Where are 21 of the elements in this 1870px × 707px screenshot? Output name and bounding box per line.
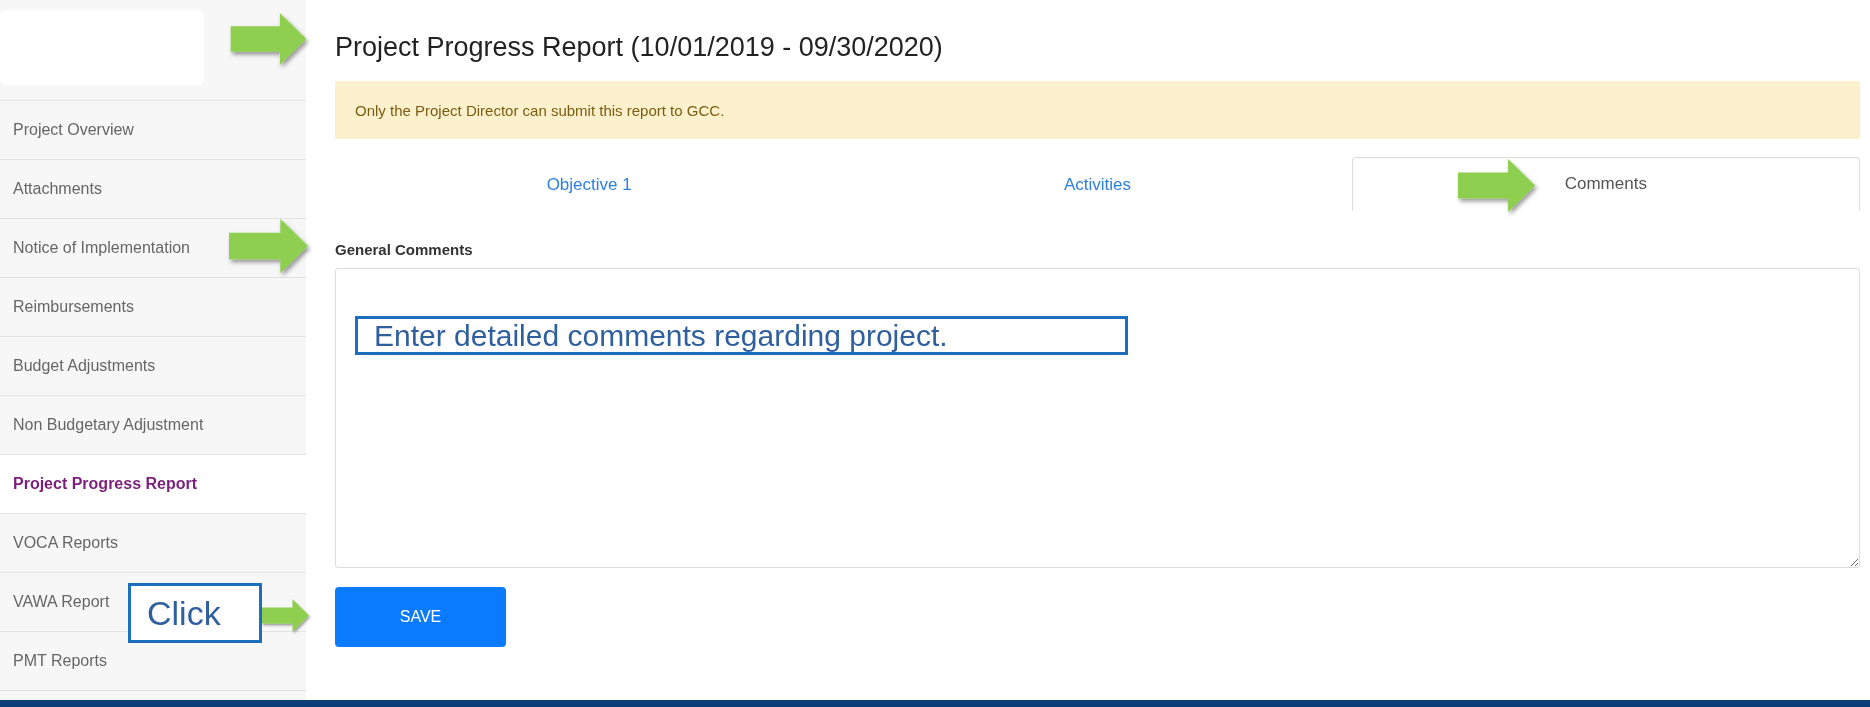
- sidebar-item[interactable]: VOCA Reports: [13, 534, 118, 552]
- callout-box: Click: [128, 583, 262, 643]
- sidebar-item[interactable]: PMT Reports: [13, 652, 107, 670]
- sidebar-item[interactable]: Non Budgetary Adjustment: [13, 416, 204, 434]
- arrow-icon: [229, 13, 308, 65]
- tab[interactable]: Comments: [1351, 157, 1860, 211]
- callout-box: Enter detailed comments regarding project.: [355, 316, 1128, 355]
- sidebar-item[interactable]: VAWA Report: [13, 593, 110, 611]
- page-title: Project Progress Report (10/01/2019 - 09/30/2020): [335, 32, 944, 63]
- comments-field[interactable]: [335, 268, 1860, 568]
- alert-message: Only the Project Director can submit this report to GCC.: [335, 81, 1860, 139]
- save-button[interactable]: SAVE: [335, 587, 506, 647]
- sidebar-item[interactable]: Project Overview: [13, 121, 134, 139]
- sidebar-item[interactable]: Project Progress Report: [13, 475, 198, 493]
- arrow-icon: [1457, 159, 1536, 212]
- sidebar-item[interactable]: Reimbursements: [13, 298, 134, 316]
- field-label: General Comments: [335, 241, 474, 258]
- sidebar-item[interactable]: Attachments: [13, 180, 102, 198]
- arrow-icon: [229, 218, 308, 274]
- sidebar-item[interactable]: Budget Adjustments: [13, 357, 156, 375]
- sidebar-item[interactable]: Notice of Implementation: [13, 239, 190, 257]
